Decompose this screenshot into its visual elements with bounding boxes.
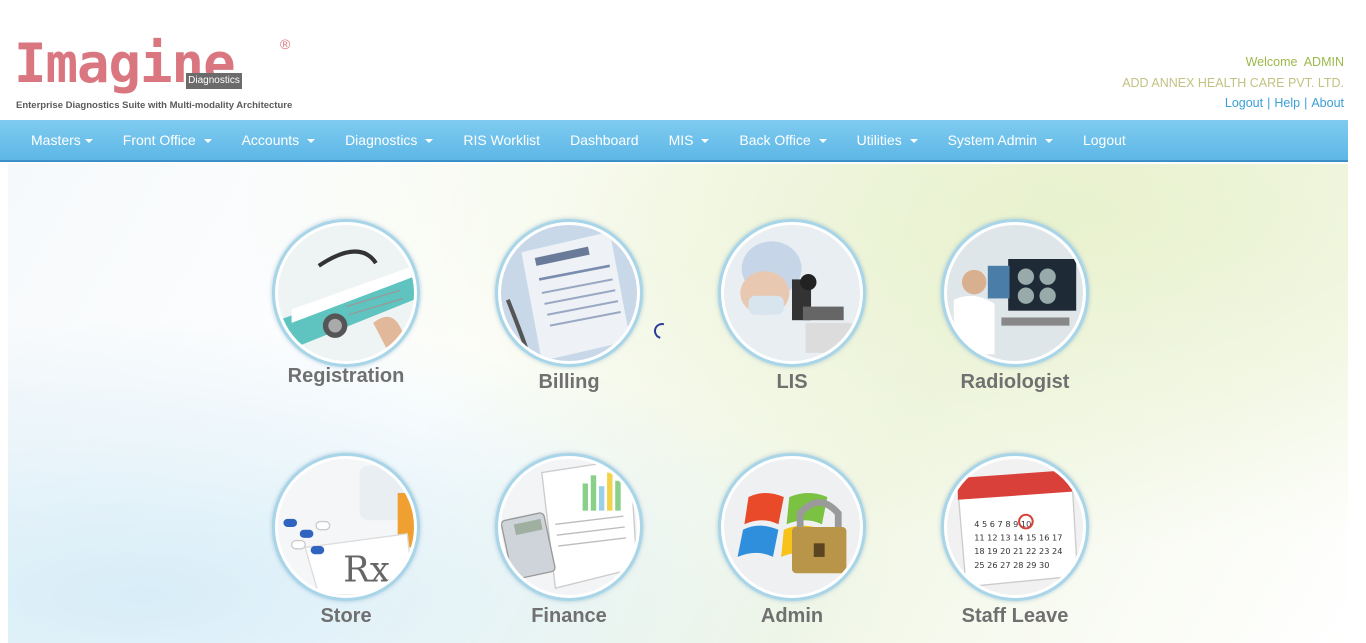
tile-circle (718, 453, 866, 601)
tile-label: Store (320, 605, 372, 627)
imagine-logo[interactable]: Imagine ® Diagnostics Enterprise Diagnos… (14, 12, 304, 112)
tile-label: Billing (538, 371, 600, 393)
medical-invoice-icon (501, 225, 637, 361)
nav-utilities[interactable]: Utilities (842, 119, 933, 161)
company-name: ADD ANNEX HEALTH CARE PVT. LTD. (1122, 75, 1344, 90)
tile-label: LIS (776, 371, 808, 393)
stethoscope-form-icon (278, 225, 414, 361)
nav-accounts[interactable]: Accounts (227, 119, 330, 161)
nav-ris-worklist[interactable]: RIS Worklist (448, 119, 555, 161)
caret-down-icon (425, 139, 434, 144)
nav-label: Dashboard (570, 132, 639, 148)
tile-label: Staff Leave (961, 605, 1069, 627)
nav-label: Utilities (856, 132, 902, 148)
microscope-icon (724, 225, 860, 361)
tile-circle: Rx (272, 453, 420, 601)
pills-rx-icon: Rx (278, 459, 414, 595)
link-separator: | (1304, 96, 1308, 110)
welcome-text: Welcome ADMIN (1245, 55, 1344, 69)
tile-billing[interactable]: Billing (489, 219, 649, 394)
calculator-charts-icon (501, 459, 637, 595)
windows-padlock-icon (724, 459, 860, 595)
logo-tagline: Enterprise Diagnostics Suite with Multi-… (16, 100, 293, 111)
nav-label: Diagnostics (345, 132, 418, 148)
tile-store[interactable]: Rx Store (266, 453, 426, 628)
svg-text:11 12 13 14 15 16 17: 11 12 13 14 15 16 17 (974, 533, 1062, 543)
nav-label: Front Office (122, 132, 196, 148)
nav-dashboard[interactable]: Dashboard (555, 119, 654, 161)
caret-down-icon (84, 139, 93, 144)
user-info: Welcome ADMIN ADD ANNEX HEALTH CARE PVT.… (1122, 52, 1344, 114)
caret-down-icon (307, 139, 316, 144)
main-content (8, 164, 1348, 643)
tile-radiologist[interactable]: Radiologist (935, 219, 1095, 394)
about-link[interactable]: About (1311, 96, 1344, 110)
nav-label: Masters (31, 132, 81, 148)
tile-circle (495, 219, 643, 367)
nav-masters[interactable]: Masters (16, 119, 108, 161)
nav-label: Logout (1082, 132, 1126, 148)
tile-circle (718, 219, 866, 367)
nav-back-office[interactable]: Back Office (724, 119, 841, 161)
header: Imagine ® Diagnostics Enterprise Diagnos… (0, 0, 1366, 120)
caret-down-icon (701, 139, 710, 144)
logout-link[interactable]: Logout (1225, 96, 1263, 110)
radiology-monitor-icon (947, 225, 1083, 361)
caret-down-icon (1044, 139, 1053, 144)
nav-diagnostics[interactable]: Diagnostics (330, 119, 448, 161)
tile-label: Admin (760, 605, 824, 627)
tile-label: Registration (287, 365, 405, 387)
caret-down-icon (818, 139, 827, 144)
header-links: Logout | Help | About (1122, 93, 1344, 114)
caret-down-icon (909, 139, 918, 144)
tile-label: Finance (531, 605, 607, 627)
logo-badge: Diagnostics (186, 73, 242, 89)
calendar-icon: 4 5 6 7 8 9 10 11 12 13 14 15 16 17 18 1… (947, 459, 1083, 595)
tile-admin[interactable]: Admin (712, 453, 872, 628)
tile-circle (272, 219, 420, 367)
svg-text:25 26 27 28 29 30: 25 26 27 28 29 30 (974, 560, 1049, 570)
nav-front-office[interactable]: Front Office (108, 119, 227, 161)
nav-label: System Admin (947, 132, 1038, 148)
nav-mis[interactable]: MIS (654, 119, 725, 161)
help-link[interactable]: Help (1274, 96, 1300, 110)
tile-circle (941, 219, 1089, 367)
tile-registration[interactable]: Registration (266, 219, 426, 388)
nav-label: Accounts (241, 132, 300, 148)
main-nav: Masters Front Office Accounts Diagnostic… (0, 120, 1348, 162)
nav-logout[interactable]: Logout (1068, 119, 1141, 161)
link-separator: | (1267, 96, 1271, 110)
nav-label: RIS Worklist (463, 132, 541, 148)
registered-mark: ® (280, 36, 291, 52)
tile-label: Radiologist (960, 371, 1070, 393)
caret-down-icon (203, 139, 212, 144)
tile-circle (495, 453, 643, 601)
tile-finance[interactable]: Finance (489, 453, 649, 628)
tile-lis[interactable]: LIS (712, 219, 872, 394)
nav-system-admin[interactable]: System Admin (933, 119, 1068, 161)
svg-text:Rx: Rx (343, 549, 390, 590)
svg-text:18 19 20 21 22 23 24: 18 19 20 21 22 23 24 (974, 546, 1062, 556)
tile-staff-leave[interactable]: 4 5 6 7 8 9 10 11 12 13 14 15 16 17 18 1… (935, 453, 1095, 628)
nav-label: MIS (668, 132, 694, 148)
nav-label: Back Office (739, 132, 811, 148)
tile-circle: 4 5 6 7 8 9 10 11 12 13 14 15 16 17 18 1… (941, 453, 1089, 601)
